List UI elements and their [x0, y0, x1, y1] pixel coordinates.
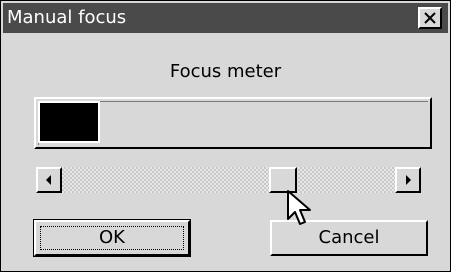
slider-left-button[interactable] — [36, 167, 62, 193]
arrow-right-icon — [406, 175, 411, 185]
slider-thumb[interactable] — [269, 167, 297, 193]
focus-slider[interactable] — [36, 167, 421, 193]
arrow-left-icon — [46, 175, 51, 185]
window-title: Manual focus — [7, 7, 127, 28]
ok-button[interactable]: OK — [33, 219, 191, 257]
slider-track[interactable] — [62, 167, 395, 193]
cancel-button[interactable]: Cancel — [270, 220, 428, 256]
cancel-button-label: Cancel — [318, 227, 380, 248]
slider-right-button[interactable] — [395, 167, 421, 193]
focus-meter-fill — [40, 103, 98, 141]
focus-meter-label: Focus meter — [169, 61, 282, 82]
close-icon — [424, 12, 436, 24]
close-button[interactable] — [418, 7, 442, 29]
focus-meter — [34, 97, 432, 149]
title-bar[interactable]: Manual focus — [3, 3, 448, 33]
focus-ring — [40, 226, 184, 250]
manual-focus-dialog: Manual focus Focus meter OK Cancel — [0, 0, 451, 272]
